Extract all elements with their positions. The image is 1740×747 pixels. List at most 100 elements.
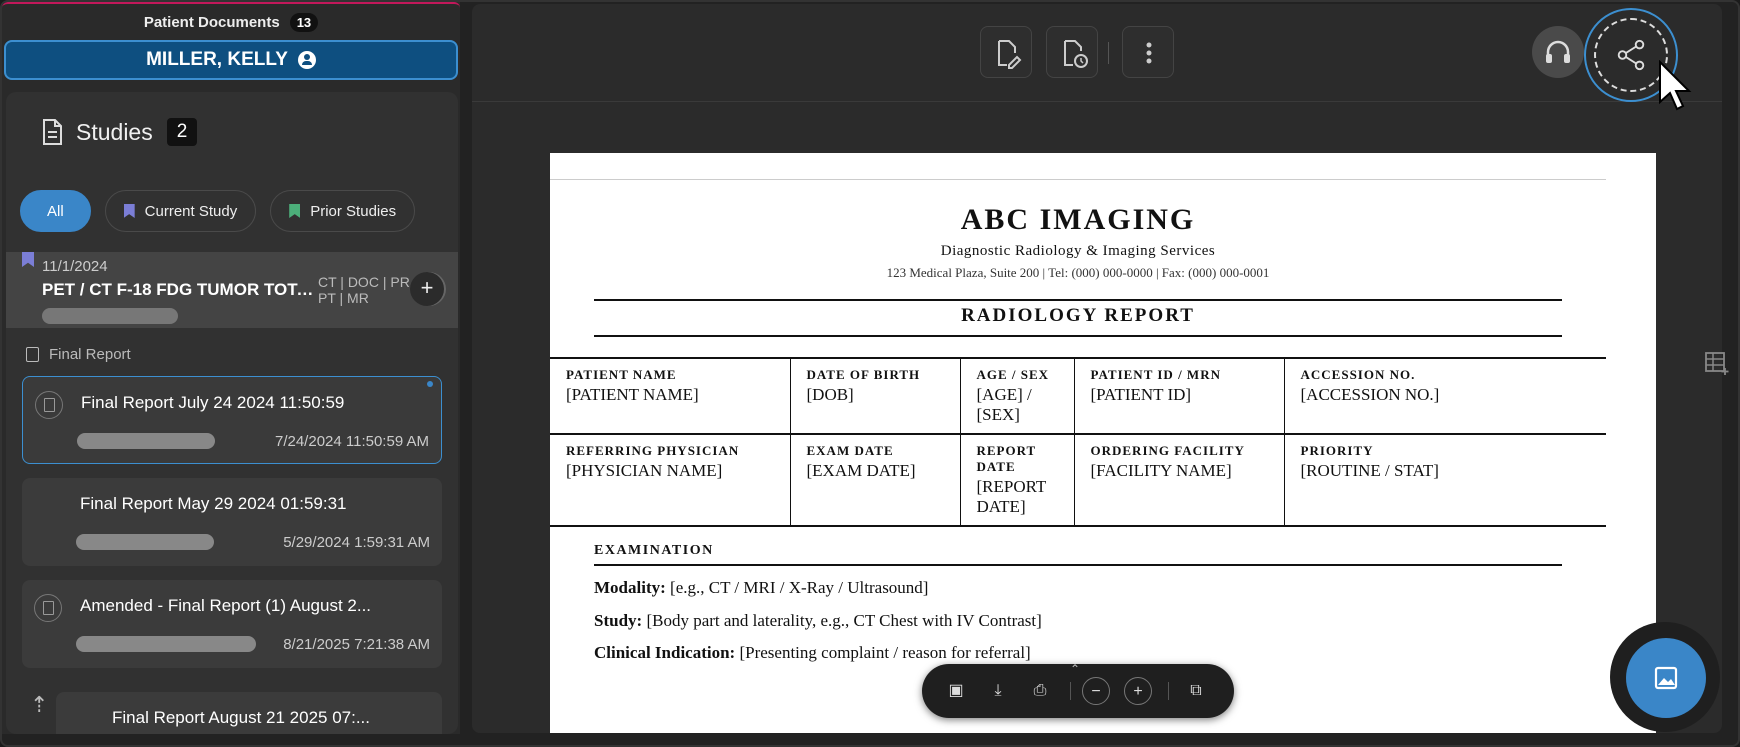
field-cell: PATIENT ID / MRN [PATIENT ID] <box>1074 357 1285 434</box>
organization-address: 123 Medical Plaza, Suite 200 | Tel: (000… <box>886 265 1270 280</box>
report-date: 5/29/2024 1:59:31 AM <box>283 534 430 551</box>
filter-all[interactable]: All <box>20 190 91 232</box>
mouse-cursor-icon <box>1659 60 1692 111</box>
bookmark-icon <box>22 252 34 267</box>
add-study-button[interactable]: + <box>410 272 444 306</box>
zoom-in-icon[interactable]: + <box>1124 677 1152 705</box>
viewer-controls-bar: ⌃ ▣ ⤓ ⎙ − + ⧉ <box>922 662 1234 718</box>
edit-document-icon <box>998 40 1022 69</box>
chevron-up-icon[interactable]: ⌃ <box>1070 662 1080 676</box>
bookmark-icon <box>289 204 301 218</box>
field-label: EXAM DATE <box>806 443 894 458</box>
document-history-button[interactable] <box>1046 26 1098 78</box>
patient-documents-header: Patient Documents 13 <box>2 2 460 40</box>
redacted-placeholder <box>42 308 178 324</box>
support-button[interactable] <box>1532 26 1584 78</box>
table-add-icon[interactable] <box>1704 350 1730 376</box>
filter-prior-studies[interactable]: Prior Studies <box>270 190 416 232</box>
study-filters: All Current Study Prior Studies <box>20 190 416 232</box>
toolbar-divider <box>1070 682 1071 700</box>
study-item[interactable]: 11/1/2024 PET / CT F-18 FDG TUMOR TOTA..… <box>6 252 458 328</box>
final-report-section-label: Final Report <box>26 346 131 363</box>
field-value: [PATIENT NAME] <box>566 385 699 404</box>
field-cell: PATIENT NAME [PATIENT NAME] <box>550 357 791 434</box>
table-row: REFERRING PHYSICIAN [PHYSICIAN NAME] EXAM… <box>550 433 1606 527</box>
field-value: [PATIENT ID] <box>1090 385 1192 404</box>
redacted-placeholder <box>76 636 256 652</box>
edit-document-button[interactable] <box>980 26 1032 78</box>
document-canvas: ✦ ABC IMAGING Diagnostic Radiology & Ima… <box>472 103 1692 733</box>
study-date: 11/1/2024 <box>42 258 108 275</box>
report-title: Final Report August 21 2025 07:... <box>112 708 371 727</box>
patient-banner[interactable]: MILLER, KELLY <box>4 40 458 80</box>
field-value: [ROUTINE / STAT] <box>1300 461 1439 480</box>
study-modalities: CT | DOC | PR | PT | MR <box>318 274 418 306</box>
report-item[interactable]: Final Report August 21 2025 07:... <box>56 692 442 734</box>
field-cell: ACCESSION NO. [ACCESSION NO.] <box>1284 357 1606 434</box>
document-viewer: ✦ ABC IMAGING Diagnostic Radiology & Ima… <box>472 4 1722 733</box>
field-cell: REPORT DATE [REPORT DATE] <box>960 433 1075 527</box>
document-icon <box>26 347 39 362</box>
field-label: REFERRING PHYSICIAN <box>566 443 740 458</box>
document-history-icon <box>1064 40 1088 68</box>
image-viewer-button[interactable] <box>1626 638 1706 718</box>
download-icon[interactable]: ⤓ <box>984 677 1012 705</box>
exam-label: Clinical Indication: <box>594 643 736 662</box>
studies-panel: Studies 2 All Current Study Prior Studie… <box>6 92 458 734</box>
examination-heading: EXAMINATION <box>594 543 714 558</box>
report-date: 7/24/2024 11:50:59 AM <box>274 433 429 450</box>
field-value: [DOB] <box>806 385 854 404</box>
print-icon[interactable]: ⎙ <box>1026 677 1054 705</box>
patient-name: MILLER, KELLY <box>146 49 288 70</box>
field-cell: ORDERING FACILITY [FACILITY NAME] <box>1074 433 1285 527</box>
studies-count-badge: 2 <box>166 118 198 146</box>
report-title: Final Report July 24 2024 11:50:59 <box>81 393 345 412</box>
more-options-button[interactable] <box>1122 26 1174 78</box>
unread-dot <box>427 381 433 387</box>
report-item[interactable]: Amended - Final Report (1) August 2... 8… <box>22 580 442 668</box>
headset-icon <box>1546 40 1570 63</box>
report-item[interactable]: Final Report May 29 2024 01:59:31 5/29/2… <box>22 478 442 566</box>
patient-documents-panel: Patient Documents 13 MILLER, KELLY Studi… <box>2 2 460 734</box>
scroll-up-icon[interactable]: ⇡ <box>30 692 48 718</box>
divider <box>594 564 1562 566</box>
filter-prior-studies-label: Prior Studies <box>310 202 397 220</box>
person-icon <box>297 51 316 69</box>
documents-count-badge: 13 <box>289 12 319 32</box>
field-label: AGE / SEX <box>976 367 1050 382</box>
document-icon <box>43 119 62 145</box>
report-title: Amended - Final Report (1) August 2... <box>80 596 372 615</box>
field-cell: DATE OF BIRTH [DOB] <box>790 357 961 434</box>
patient-documents-title: Patient Documents <box>143 13 280 31</box>
organization-name: ABC IMAGING <box>960 203 1196 236</box>
filter-current-study-label: Current Study <box>144 202 238 220</box>
field-cell: EXAM DATE [EXAM DATE] <box>790 433 961 527</box>
open-external-icon[interactable]: ⧉ <box>1182 677 1210 705</box>
viewer-topbar <box>472 4 1722 102</box>
report-item[interactable]: Final Report July 24 2024 11:50:59 7/24/… <box>22 376 442 464</box>
exam-value: [Presenting complaint / reason for refer… <box>739 643 1031 662</box>
field-value: [PHYSICIAN NAME] <box>566 461 723 480</box>
divider <box>594 335 1562 337</box>
divider <box>594 299 1562 301</box>
organization-subtitle: Diagnostic Radiology & Imaging Services <box>940 243 1216 259</box>
section-label-text: Final Report <box>49 346 131 363</box>
more-vertical-icon <box>1146 42 1152 64</box>
bookmark-icon <box>123 204 135 218</box>
field-value: [EXAM DATE] <box>806 461 916 480</box>
redacted-placeholder <box>77 433 215 449</box>
field-cell: REFERRING PHYSICIAN [PHYSICIAN NAME] <box>550 433 791 527</box>
exam-line: Modality: [e.g., CT / MRI / X-Ray / Ultr… <box>594 578 928 598</box>
thumbnails-icon[interactable]: ▣ <box>942 677 970 705</box>
field-cell: AGE / SEX [AGE] / [SEX] <box>960 357 1075 434</box>
field-value: [REPORT DATE] <box>976 477 1047 516</box>
filter-current-study[interactable]: Current Study <box>104 190 257 232</box>
exam-label: Study: <box>594 611 643 630</box>
exam-value: [Body part and laterality, e.g., CT Ches… <box>646 611 1042 630</box>
report-title: Final Report May 29 2024 01:59:31 <box>80 494 347 513</box>
field-label: PRIORITY <box>1300 443 1374 458</box>
zoom-out-icon[interactable]: − <box>1082 677 1110 705</box>
report-page: ✦ ABC IMAGING Diagnostic Radiology & Ima… <box>550 153 1656 733</box>
report-date: 8/21/2025 7:21:38 AM <box>283 636 430 653</box>
field-label: ORDERING FACILITY <box>1090 443 1245 458</box>
